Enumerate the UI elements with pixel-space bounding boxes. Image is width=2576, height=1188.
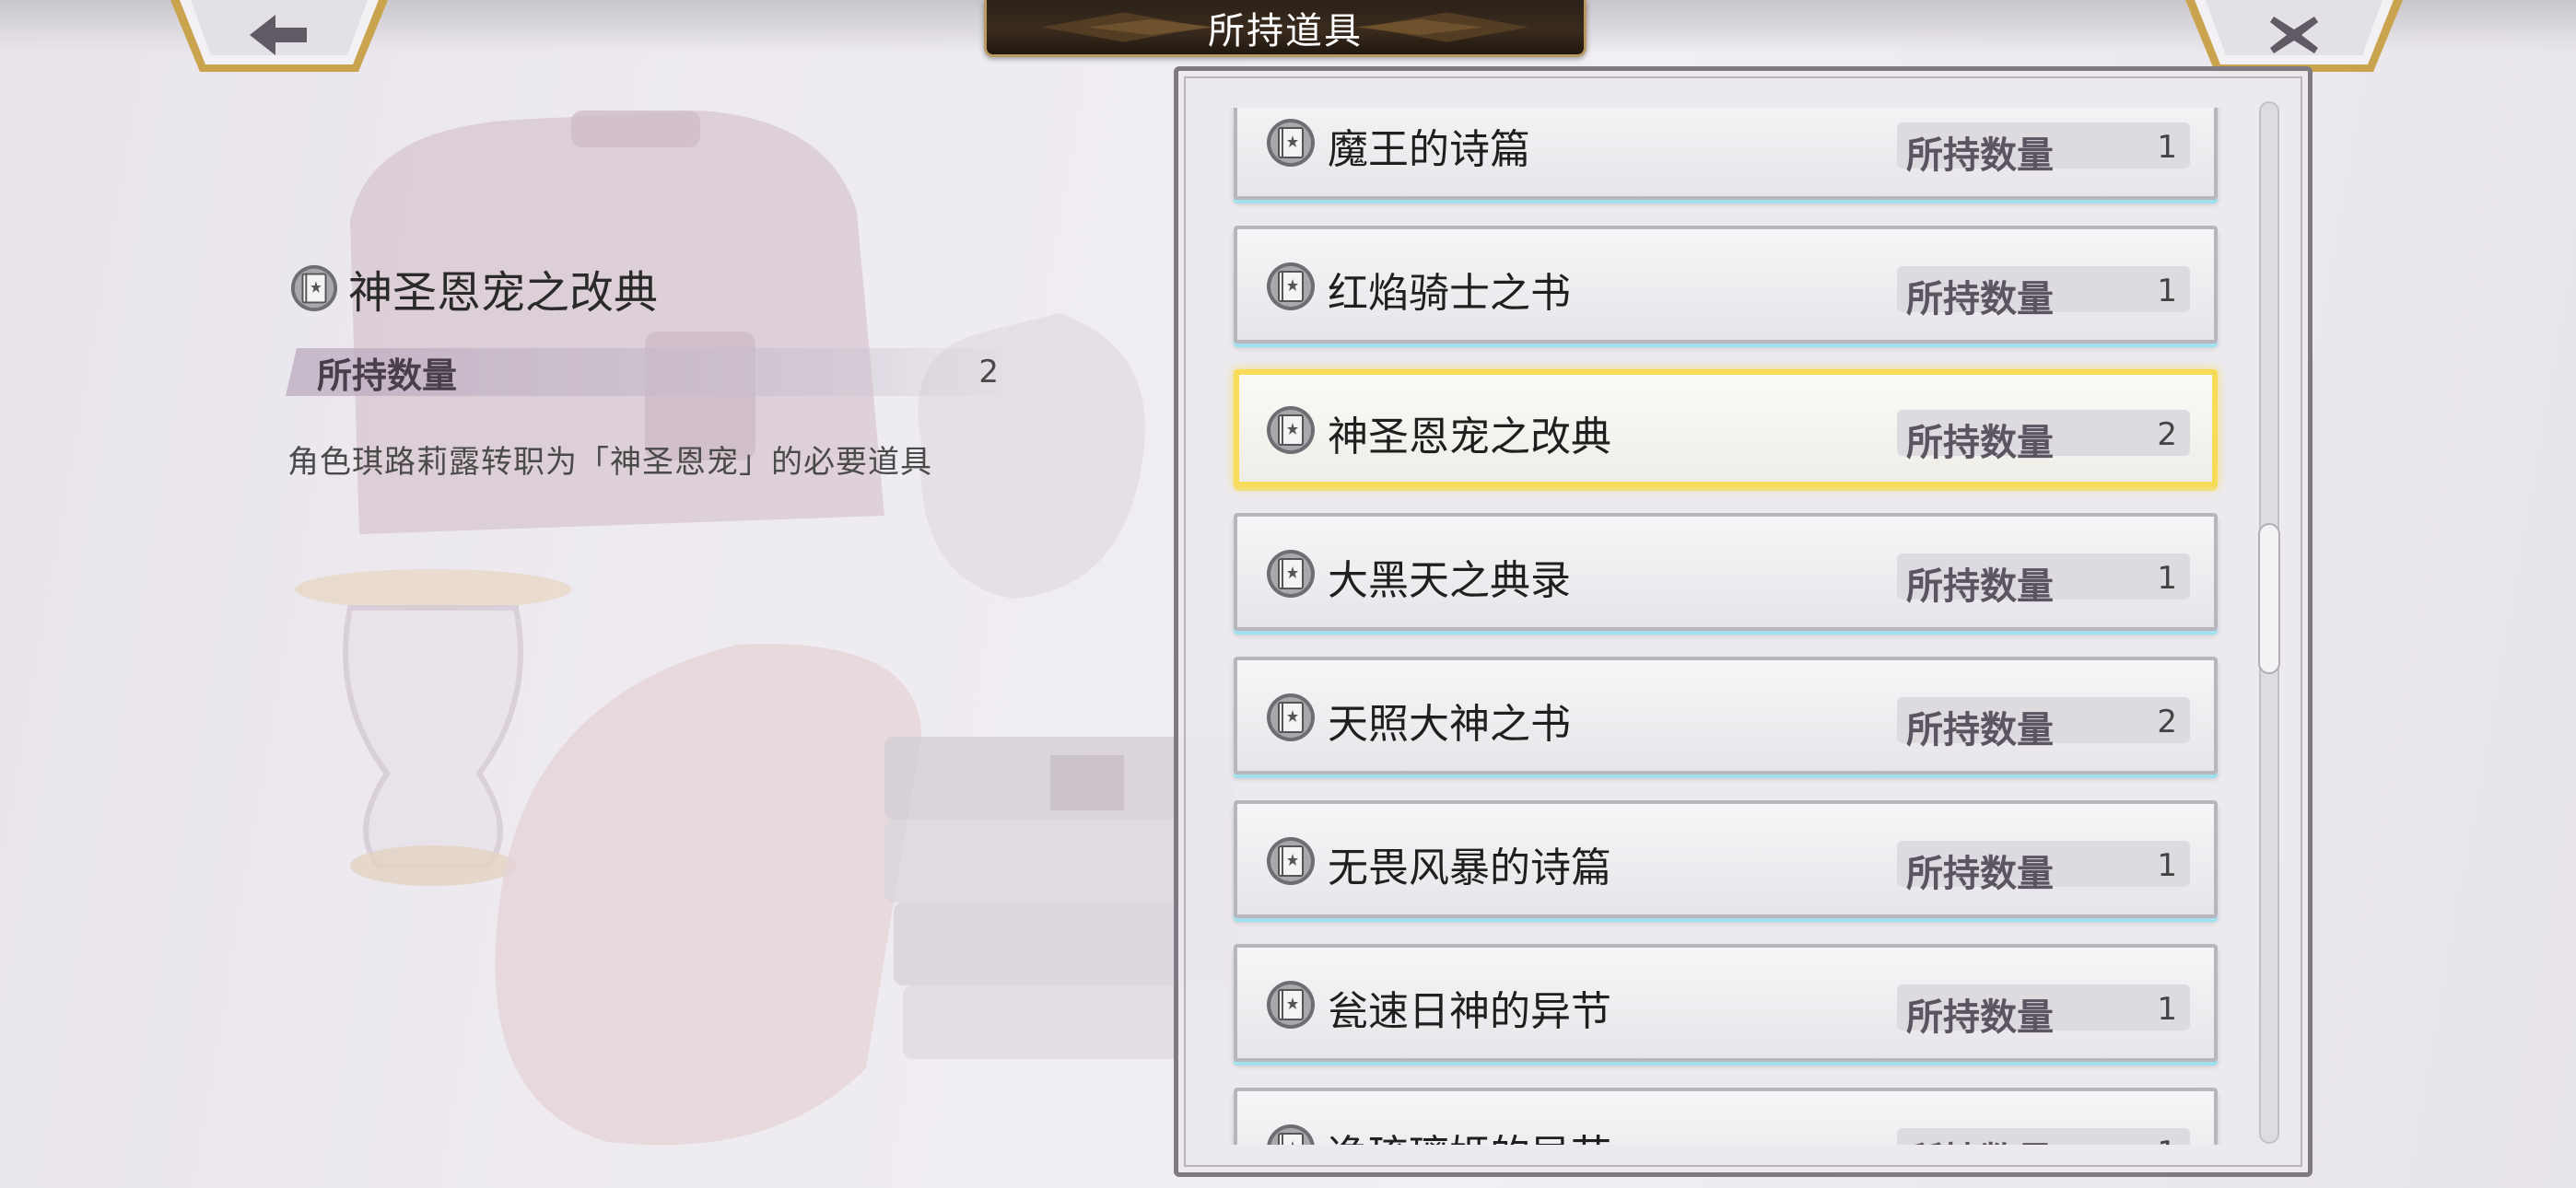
count-badge: 所持数量 1: [1897, 1128, 2190, 1145]
item-description: 角色琪路莉露转职为「神圣恩宠」的必要道具: [287, 444, 932, 481]
count-label: 所持数量: [1906, 134, 2054, 177]
count-value: 2: [978, 354, 999, 390]
count-value: 1: [2157, 560, 2177, 597]
count-badge: 所持数量 1: [1897, 553, 2190, 608]
item-row[interactable]: 无畏风暴的诗篇 所持数量 1: [1234, 800, 2218, 918]
book-icon: [1265, 261, 1317, 312]
item-name: 魔王的诗篇: [1328, 126, 1530, 173]
item-row[interactable]: 大黑天之典录 所持数量 1: [1234, 513, 2218, 631]
scrollbar-thumb[interactable]: [2258, 523, 2280, 674]
book-icon: [1265, 1123, 1317, 1145]
count-value: 2: [2157, 704, 2177, 740]
item-row[interactable]: 红焰骑士之书 所持数量 1: [1234, 226, 2218, 344]
book-icon: [1265, 979, 1317, 1031]
title-plate: 所持道具: [984, 0, 1587, 57]
book-icon: [1265, 835, 1317, 887]
item-detail-name: 神圣恩宠之改典: [348, 267, 659, 319]
back-button[interactable]: [169, 0, 390, 76]
book-icon: [1265, 117, 1317, 169]
count-value: 2: [2157, 416, 2177, 453]
item-list-panel: 魔王的诗篇 所持数量 1 红焰骑士之书 所持数量 1 神圣恩宠之改典 所持数量 2 大黑天之…: [1174, 66, 2313, 1177]
count-badge: 所持数量 1: [1897, 841, 2190, 895]
book-icon: [1265, 404, 1317, 456]
count-value: 1: [2157, 1135, 2177, 1145]
count-value: 1: [2157, 129, 2177, 166]
count-value: 1: [2157, 847, 2177, 884]
item-list[interactable]: 魔王的诗篇 所持数量 1 红焰骑士之书 所持数量 1 神圣恩宠之改典 所持数量 2 大黑天之…: [1178, 108, 2308, 1145]
book-icon: [1265, 548, 1317, 600]
item-detail-title: 神圣恩宠之改典: [289, 256, 658, 320]
count-badge: 所持数量 2: [1897, 410, 2190, 464]
count-badge: 所持数量 2: [1897, 697, 2190, 751]
count-label: 所持数量: [1906, 709, 2054, 751]
item-detail-count-bar: 所持数量 2: [286, 348, 1023, 396]
item-row[interactable]: 逸琉璃姬的异节 所持数量 1: [1234, 1088, 2218, 1145]
count-value: 1: [2157, 991, 2177, 1028]
count-label: 所持数量: [1906, 422, 2054, 464]
item-name: 红焰骑士之书: [1328, 270, 1571, 317]
count-label: 所持数量: [317, 355, 458, 396]
count-value: 1: [2157, 273, 2177, 309]
book-icon: [289, 263, 339, 313]
item-row[interactable]: 瓮速日神的异节 所持数量 1: [1234, 944, 2218, 1062]
book-icon: [1265, 692, 1317, 743]
inventory-screen: 所持道具 神圣恩宠之改典 所持数量 2 角色琪路莉露转职为「神圣恩宠」的必要道具: [0, 0, 2576, 1188]
item-name: 瓮速日神的异节: [1328, 988, 1611, 1035]
count-label: 所持数量: [1906, 278, 2054, 320]
item-name: 无畏风暴的诗篇: [1328, 844, 1611, 891]
count-badge: 所持数量 1: [1897, 266, 2190, 320]
item-row[interactable]: 魔王的诗篇 所持数量 1: [1234, 108, 2218, 200]
count-label: 所持数量: [1906, 565, 2054, 608]
back-arrow-icon: [170, 0, 388, 72]
count-badge: 所持数量 1: [1897, 122, 2190, 177]
item-name: 逸琉璃姬的异节: [1328, 1122, 1611, 1145]
item-row[interactable]: 天照大神之书 所持数量 2: [1234, 657, 2218, 775]
page-title: 所持道具: [1208, 9, 1363, 52]
close-button[interactable]: [2184, 0, 2405, 76]
count-badge: 所持数量 1: [1897, 984, 2190, 1039]
item-name: 大黑天之典录: [1328, 557, 1571, 604]
item-name: 天照大神之书: [1328, 701, 1571, 748]
item-row[interactable]: 神圣恩宠之改典 所持数量 2: [1234, 369, 2218, 487]
close-x-icon: [2185, 0, 2403, 72]
item-name: 神圣恩宠之改典: [1328, 413, 1611, 460]
count-label: 所持数量: [1906, 1131, 2054, 1145]
count-label: 所持数量: [1906, 853, 2054, 895]
count-label: 所持数量: [1906, 996, 2054, 1039]
